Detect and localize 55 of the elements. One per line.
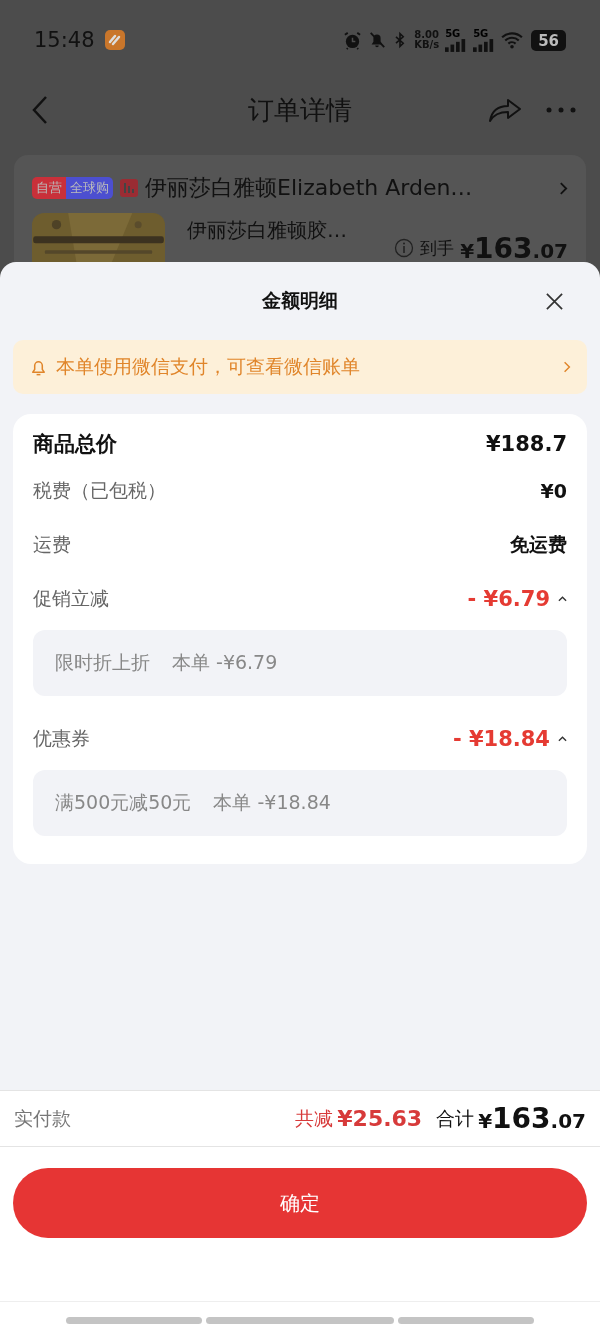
shop-name[interactable]: 伊丽莎白雅顿Elizabeth Arden… (145, 173, 473, 203)
network-speed: 8.00 (414, 30, 439, 40)
alarm-icon (343, 30, 363, 50)
nav-handle[interactable] (398, 1317, 534, 1324)
status-time: 15:48 (34, 28, 95, 52)
row-value: ¥0 (540, 480, 567, 502)
store-tag: 全球购 (66, 177, 113, 199)
row-label: 优惠券 (33, 726, 90, 751)
discount-value: - ¥18.84 (452, 727, 550, 751)
sheet-title: 金额明细 (262, 288, 338, 313)
network-type: 5G (473, 28, 489, 39)
caret-up-icon[interactable] (558, 736, 567, 742)
discount-amount: 本单 -¥18.84 (213, 790, 331, 815)
chart-bars-icon (120, 179, 138, 197)
notice-text: 本单使用微信支付，可查看微信账单 (56, 354, 361, 379)
close-icon[interactable] (545, 291, 564, 311)
row-value: ¥188.7 (485, 432, 567, 456)
row-label: 运费 (33, 532, 71, 557)
nav-handle[interactable] (66, 1317, 202, 1324)
payment-label: 实付款 (14, 1105, 71, 1131)
product-name[interactable]: 伊丽莎白雅顿胶… (187, 217, 347, 244)
page-title: 订单详情 (248, 93, 352, 127)
saved-amount: ¥25.63 (337, 1106, 423, 1131)
network-type: 5G (445, 28, 461, 39)
app-notification-icon (104, 30, 125, 50)
battery-icon: 56 (531, 29, 566, 51)
caret-up-icon[interactable] (558, 596, 567, 602)
price-label: 到手 (420, 236, 455, 260)
info-icon[interactable] (394, 238, 415, 258)
final-price: ¥163.07 (460, 231, 568, 265)
confirm-button[interactable]: 确定 (13, 1168, 587, 1238)
wifi-icon (501, 31, 524, 49)
network-speed-unit: KB/s (414, 40, 440, 50)
row-label: 税费（已包税） (33, 478, 166, 503)
discount-name: 满500元减50元 (55, 790, 192, 815)
bell-muted-icon (368, 31, 387, 49)
discount-value: - ¥6.79 (467, 587, 550, 611)
share-icon[interactable] (488, 97, 522, 123)
signal-icon (473, 38, 496, 52)
more-icon[interactable] (546, 107, 576, 113)
nav-handle[interactable] (206, 1317, 394, 1324)
saved-label: 共减 (295, 1105, 334, 1131)
store-tag: 自营 (32, 177, 66, 199)
discount-amount: 本单 -¥6.79 (172, 650, 278, 675)
row-value: 免运费 (510, 532, 567, 557)
chevron-right-icon (563, 360, 571, 374)
signal-icon (445, 38, 468, 52)
chevron-right-icon[interactable] (559, 180, 568, 196)
back-icon[interactable] (32, 95, 48, 125)
total-label: 合计 (436, 1105, 475, 1131)
wechat-pay-notice[interactable]: 本单使用微信支付，可查看微信账单 (13, 340, 587, 394)
row-label: 促销立减 (33, 586, 109, 611)
row-label: 商品总价 (33, 431, 117, 458)
discount-name: 限时折上折 (55, 650, 150, 675)
total-price: ¥163.07 (478, 1102, 586, 1135)
